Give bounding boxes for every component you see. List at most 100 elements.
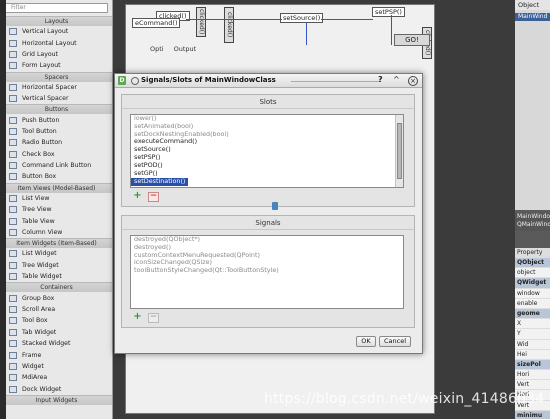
tab-options[interactable]: Opti: [150, 45, 164, 55]
widget-item[interactable]: Widget: [0, 361, 112, 372]
widget-category-header[interactable]: Containers: [0, 282, 112, 293]
connection-label-set-psp[interactable]: setPSP(): [372, 7, 405, 17]
widget-item[interactable]: Button Box: [0, 171, 112, 182]
slot-list-item[interactable]: setDestination(): [131, 178, 189, 187]
widget-category-header[interactable]: Layouts: [0, 16, 112, 26]
pin-icon[interactable]: [131, 77, 139, 85]
add-signal-button[interactable]: +: [132, 312, 143, 322]
slot-list-item[interactable]: executeCommand(): [131, 138, 403, 146]
widget-item[interactable]: List Widget: [0, 248, 112, 259]
widget-item[interactable]: Tab Widget: [0, 327, 112, 338]
widget-icon: [9, 50, 17, 58]
property-row[interactable]: Vert: [515, 380, 550, 391]
widget-category-header[interactable]: Item Views (Model-Based): [0, 182, 112, 193]
widget-item[interactable]: Stacked Widget: [0, 338, 112, 349]
property-row[interactable]: Y: [515, 329, 550, 340]
widget-category-header[interactable]: Spacers: [0, 71, 112, 82]
widget-category-header[interactable]: Input Widgets: [0, 394, 112, 405]
widget-item[interactable]: Table Widget: [0, 271, 112, 282]
remove-slot-button[interactable]: −: [148, 192, 159, 202]
connection-label-clicked-vertical[interactable]: clicked(): [224, 7, 234, 43]
widget-item[interactable]: Tool Button: [0, 126, 112, 137]
widget-item[interactable]: Command Link Button: [0, 160, 112, 171]
cancel-button[interactable]: Cancel: [379, 336, 411, 347]
slot-list-item[interactable]: setPSP(): [131, 153, 403, 162]
add-slot-button[interactable]: +: [132, 191, 143, 201]
widget-category-header[interactable]: Item Widgets (Item-Based): [0, 238, 112, 249]
slots-scrollbar[interactable]: [395, 115, 403, 187]
widget-item[interactable]: Grid Layout: [0, 49, 112, 60]
slots-scrollbar-thumb[interactable]: [397, 123, 402, 179]
signal-connection-line: [321, 19, 373, 20]
signals-group-title: Signals: [122, 216, 414, 230]
slot-list-item[interactable]: setGP(): [131, 169, 403, 178]
connection-label-set-source[interactable]: setSource(): [280, 13, 324, 23]
property-row[interactable]: object: [515, 268, 550, 279]
widget-item[interactable]: Vertical Layout: [0, 26, 112, 37]
widget-item[interactable]: Tool Box: [0, 315, 112, 326]
widget-item-label: Table View: [22, 217, 55, 225]
widget-item[interactable]: Group Box: [0, 292, 112, 303]
slots-list[interactable]: lower() setAnimated(bool) setDockNestingEn…: [130, 114, 404, 188]
widget-item[interactable]: Scroll Area: [0, 304, 112, 315]
widget-item[interactable]: Horizontal Spacer: [0, 82, 112, 93]
signal-connection-line: [391, 15, 392, 45]
property-row[interactable]: QWidget: [515, 278, 550, 289]
property-row[interactable]: minimu: [515, 410, 550, 419]
slots-items: lower() setAnimated(bool) setDockNestingEn…: [131, 115, 403, 187]
property-row[interactable]: Wid: [515, 339, 550, 350]
widget-item[interactable]: Tree View: [0, 204, 112, 215]
property-editor-object-title: MainWindo QMainWind: [515, 213, 550, 231]
signal-list-item[interactable]: destroyed(QObject*): [131, 236, 403, 244]
object-tree-item-mainwindow[interactable]: MainWind: [515, 13, 550, 21]
connection-label-clicked-vertical[interactable]: clicked(): [196, 7, 206, 37]
edit-connection-icon[interactable]: [272, 202, 278, 210]
signals-list[interactable]: destroyed(QObject*) destroyed() customCont…: [130, 235, 404, 309]
widget-item-label: Column View: [22, 229, 63, 237]
widget-item[interactable]: Form Layout: [0, 60, 112, 71]
widget-item[interactable]: List View: [0, 193, 112, 204]
widget-item-label: Frame: [22, 351, 42, 359]
property-row[interactable]: QObject: [515, 258, 550, 269]
shade-up-icon[interactable]: ^: [393, 75, 400, 84]
object-inspector-tree[interactable]: MainWind: [515, 10, 550, 210]
property-row[interactable]: Hei: [515, 349, 550, 360]
widget-item[interactable]: Dock Widget: [0, 384, 112, 395]
widget-filter-input[interactable]: Filter: [4, 3, 108, 13]
remove-signal-button[interactable]: −: [148, 313, 159, 323]
widget-item[interactable]: Frame: [0, 349, 112, 360]
signal-list-item[interactable]: toolButtonStyleChanged(Qt::ToolButtonSty…: [131, 266, 403, 275]
property-row[interactable]: sizePol: [515, 359, 550, 371]
go-button[interactable]: GO!: [394, 34, 430, 46]
widget-item[interactable]: Push Button: [0, 114, 112, 125]
property-row[interactable]: geome: [515, 308, 550, 320]
help-button[interactable]: ?: [378, 75, 383, 84]
ok-button[interactable]: OK: [356, 336, 376, 347]
property-row[interactable]: window: [515, 288, 550, 299]
widget-icon: [9, 206, 17, 214]
slot-list-item[interactable]: setPOD(): [131, 161, 403, 170]
widget-icon: [9, 340, 17, 348]
widget-item[interactable]: Column View: [0, 227, 112, 238]
widget-item-label: Vertical Spacer: [22, 95, 69, 103]
connection-label-execute-command[interactable]: eCommand(): [132, 18, 181, 28]
slot-list-item[interactable]: setSource(): [131, 145, 403, 154]
property-row[interactable]: enable: [515, 298, 550, 309]
widget-icon: [9, 83, 17, 91]
widget-item-label: Tree Widget: [22, 261, 59, 269]
widget-item[interactable]: Horizontal Layout: [0, 37, 112, 48]
widget-item[interactable]: Vertical Spacer: [0, 93, 112, 104]
dialog-title-bar[interactable]: D Signals/Slots of MainWindowClass ? ^ ×: [115, 74, 422, 88]
widget-item[interactable]: Radio Button: [0, 137, 112, 148]
widget-item[interactable]: Table View: [0, 215, 112, 226]
widget-item[interactable]: Check Box: [0, 149, 112, 160]
widget-item[interactable]: MdiArea: [0, 372, 112, 383]
widget-box-panel: Filter Layouts Vertical Layout Horizontal …: [0, 0, 113, 419]
property-row[interactable]: X: [515, 319, 550, 330]
widget-item-label: Button Box: [22, 173, 57, 181]
widget-category-header[interactable]: Buttons: [0, 104, 112, 115]
close-button[interactable]: ×: [408, 76, 418, 86]
tab-output[interactable]: Output: [174, 45, 197, 55]
property-row[interactable]: Hori: [515, 370, 550, 381]
widget-item[interactable]: Tree Widget: [0, 260, 112, 271]
